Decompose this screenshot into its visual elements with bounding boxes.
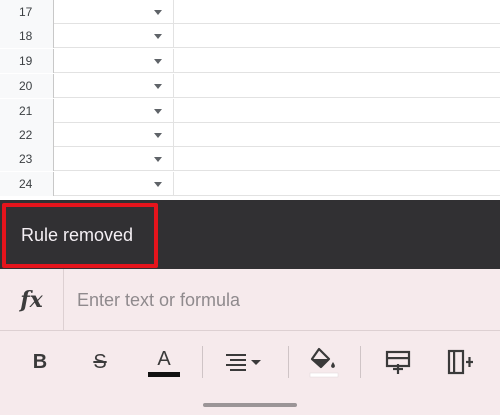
formula-bar: fx <box>0 269 500 331</box>
bold-button[interactable]: B <box>18 331 62 393</box>
grid-row: 21 <box>0 99 500 123</box>
dropdown-cell[interactable] <box>54 123 174 147</box>
dropdown-arrow-icon[interactable] <box>154 84 162 89</box>
row-header[interactable]: 24 <box>0 172 54 196</box>
snackbar-message: Rule removed <box>21 225 134 245</box>
text-color-swatch <box>148 371 180 377</box>
text-color-letter: A <box>157 347 171 370</box>
grid-row: 19 <box>0 49 500 73</box>
insert-row-button[interactable] <box>376 331 420 393</box>
home-indicator[interactable] <box>203 403 297 407</box>
row-header[interactable]: 20 <box>0 74 54 98</box>
row-header[interactable]: 23 <box>0 147 54 171</box>
dropdown-arrow-icon[interactable] <box>154 10 162 15</box>
formula-input[interactable] <box>64 269 500 331</box>
dropdown-cell[interactable] <box>54 49 174 73</box>
text-color-icon: A <box>148 348 180 377</box>
align-icon <box>226 354 261 371</box>
insert-row-icon <box>385 350 411 374</box>
sheets-screen: 17 18 19 20 21 22 23 24 Rule removed fx … <box>0 0 500 415</box>
grid-row: 18 <box>0 24 500 48</box>
grid-row: 24 <box>0 172 500 196</box>
paint-bucket-icon <box>309 347 339 378</box>
dropdown-arrow-icon[interactable] <box>154 59 162 64</box>
dropdown-cell[interactable] <box>54 24 174 48</box>
dropdown-arrow-icon[interactable] <box>154 133 162 138</box>
dropdown-arrow-icon[interactable] <box>154 34 162 39</box>
align-button[interactable] <box>216 331 272 393</box>
dropdown-arrow-icon[interactable] <box>154 182 162 187</box>
spreadsheet-grid: 17 18 19 20 21 22 23 24 <box>0 0 500 200</box>
dropdown-cell[interactable] <box>54 0 174 24</box>
row-header[interactable]: 19 <box>0 49 54 73</box>
dropdown-cell[interactable] <box>54 99 174 123</box>
strikethrough-button[interactable]: S <box>78 331 122 393</box>
grid-row: 23 <box>0 147 500 171</box>
dropdown-arrow-icon[interactable] <box>154 157 162 162</box>
insert-column-icon <box>447 349 473 375</box>
fx-icon: fx <box>0 269 64 331</box>
strikethrough-icon: S <box>93 350 107 373</box>
grid-row: 20 <box>0 74 500 98</box>
grid-row: 17 <box>0 0 500 24</box>
row-header[interactable]: 17 <box>0 0 54 24</box>
toolbar-divider <box>202 346 203 378</box>
toolbar-divider <box>288 346 289 378</box>
dropdown-arrow-icon[interactable] <box>154 109 162 114</box>
row-header[interactable]: 21 <box>0 99 54 123</box>
dropdown-cell[interactable] <box>54 172 174 196</box>
row-header[interactable]: 22 <box>0 123 54 147</box>
dropdown-cell[interactable] <box>54 74 174 98</box>
toolbar-divider <box>360 346 361 378</box>
bold-icon: B <box>32 350 48 373</box>
fill-color-button[interactable] <box>302 331 346 393</box>
text-color-button[interactable]: A <box>142 331 186 393</box>
grid-row: 22 <box>0 123 500 147</box>
insert-column-button[interactable] <box>438 331 482 393</box>
dropdown-cell[interactable] <box>54 147 174 171</box>
row-header[interactable]: 18 <box>0 24 54 48</box>
